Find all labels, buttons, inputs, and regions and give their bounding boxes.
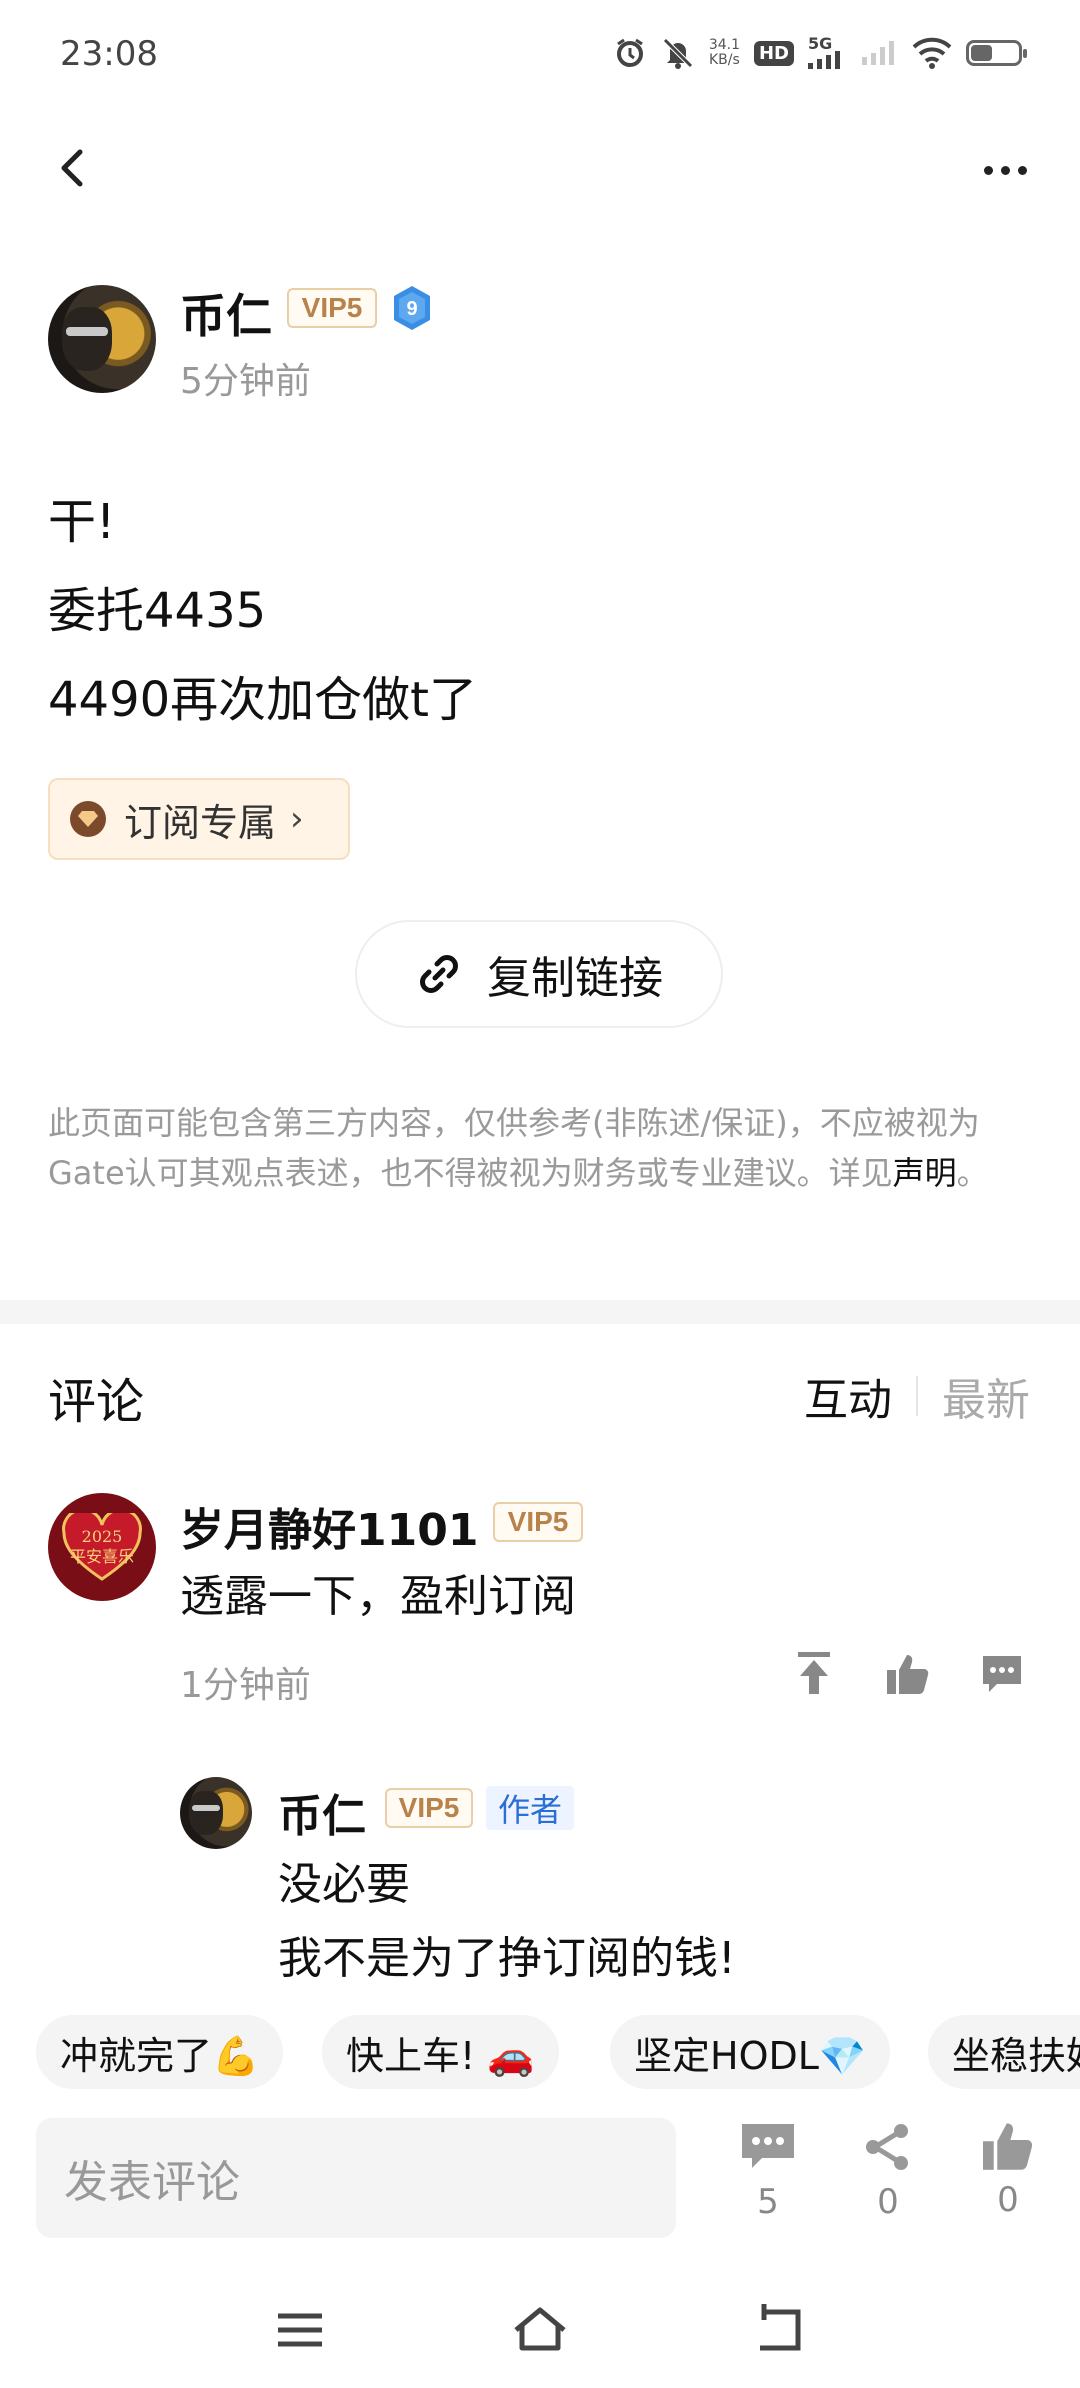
comment-text: 透露一下，盈利订阅 — [180, 1571, 576, 1622]
alarm-icon — [613, 36, 647, 70]
vip-badge: VIP5 — [493, 1502, 583, 1542]
status-time: 23:08 — [60, 34, 158, 74]
hd-label: HD — [758, 42, 789, 64]
cell-5g-icon: 5G — [808, 34, 848, 69]
comment-like-button[interactable] — [884, 1650, 932, 1698]
comment-sort-tabs: 互动 最新 — [804, 1364, 1030, 1428]
link-icon — [420, 955, 458, 993]
hd-icon: HD — [753, 40, 794, 66]
comment-bubble-icon — [983, 1656, 1021, 1692]
post-line: 委托4435 — [48, 583, 267, 639]
author-tag: 作者 — [486, 1786, 575, 1830]
diamond-icon — [70, 801, 106, 837]
battery-level — [971, 45, 992, 61]
more-dot-icon — [983, 165, 993, 175]
reply-author-name[interactable]: 币仁 — [278, 1780, 366, 1844]
wifi-icon — [912, 37, 952, 69]
chevron-right-icon: › — [290, 799, 304, 839]
tab-interactive[interactable]: 互动 — [804, 1364, 892, 1428]
pin-top-button[interactable] — [790, 1650, 838, 1698]
comments-count-button[interactable]: 5 — [728, 2122, 808, 2222]
quick-reply-chip[interactable]: 坚定HODL💎 — [610, 2015, 891, 2089]
share-button[interactable]: 0 — [848, 2122, 928, 2222]
commenter-avatar[interactable]: 2025 平安喜乐 — [48, 1493, 156, 1601]
more-button[interactable] — [970, 140, 1040, 200]
vip-badge: VIP5 — [385, 1788, 473, 1828]
chevron-left-icon — [61, 149, 83, 187]
quick-reply-chip[interactable]: 冲就完了💪 — [36, 2015, 284, 2089]
avatar-glasses — [66, 327, 108, 336]
system-nav-bar — [0, 2280, 1080, 2380]
comments-title: 评论 — [48, 1374, 145, 1430]
level-badge: 9 — [390, 284, 434, 332]
avatar-face — [62, 307, 112, 371]
disclaimer-link[interactable]: 声明 — [893, 1154, 957, 1192]
net-type: 5G — [808, 34, 833, 53]
return-icon — [760, 2304, 801, 2351]
tab-separator — [916, 1376, 918, 1416]
pin-top-icon — [798, 1652, 830, 1694]
vip-badge: VIP5 — [287, 288, 377, 328]
quick-reply-chip[interactable]: 快上车! 🚗 — [322, 2015, 559, 2089]
tab-latest[interactable]: 最新 — [942, 1364, 1030, 1428]
author-name[interactable]: 币仁 — [180, 280, 272, 346]
menu-icon — [278, 2313, 322, 2347]
subscription-label: 订阅专属 — [124, 800, 277, 845]
net-speed: 34.1 KB/s — [709, 38, 740, 68]
avatar-caption: 2025 平安喜乐 — [69, 1527, 134, 1566]
back-button[interactable] — [44, 138, 104, 198]
share-icon — [866, 2124, 908, 2170]
subscription-chip[interactable]: 订阅专属 › — [48, 778, 350, 860]
post-line: 4490再次加仓做t了 — [48, 672, 477, 728]
copy-link-label: 复制链接 — [487, 953, 663, 1004]
post-time: 5分钟前 — [180, 361, 311, 402]
back-nav-button[interactable] — [750, 2300, 810, 2360]
like-count: 0 — [997, 2180, 1019, 2220]
commenter-name[interactable]: 岁月静好1101 — [180, 1494, 478, 1558]
like-button[interactable]: 0 — [968, 2122, 1048, 2220]
home-icon — [514, 2307, 566, 2351]
avatar-face — [189, 1791, 223, 1835]
share-count: 0 — [877, 2182, 899, 2222]
avatar-glasses — [192, 1805, 220, 1811]
reply-button[interactable] — [978, 1650, 1026, 1698]
comment-bubble-icon — [742, 2124, 794, 2168]
home-button[interactable] — [510, 2300, 570, 2360]
net-speed-unit: KB/s — [709, 52, 740, 68]
disclaimer-end: 。 — [956, 1154, 989, 1192]
comment-actions — [790, 1650, 1026, 1698]
menu-button[interactable] — [270, 2300, 330, 2360]
net-speed-value: 34.1 — [708, 37, 740, 53]
thumbs-up-icon — [983, 2123, 1033, 2170]
quick-replies: 冲就完了💪 快上车! 🚗 坚定HODL💎 坐稳扶好 — [0, 2015, 1080, 2095]
mute-bell-icon — [661, 36, 695, 70]
reply-avatar[interactable] — [180, 1777, 252, 1849]
quick-reply-chip[interactable]: 坐稳扶好 — [928, 2015, 1080, 2089]
reply-text-line: 没必要 — [278, 1859, 410, 1910]
top-nav — [0, 120, 1080, 230]
hexagon-level-icon: 9 — [394, 286, 430, 330]
section-divider — [0, 1300, 1080, 1324]
copy-link-button[interactable]: 复制链接 — [355, 920, 723, 1028]
status-bar: 23:08 34.1 KB/s HD 5G — [0, 0, 1080, 110]
author-avatar[interactable] — [48, 285, 156, 393]
post-content: 干! 委托4435 4490再次加仓做t了 — [48, 478, 477, 745]
post-line: 干! — [48, 494, 116, 550]
signal-icon — [862, 41, 898, 65]
battery-icon — [966, 40, 1027, 66]
more-dot-icon — [1000, 165, 1010, 175]
reply-text-line: 我不是为了挣订阅的钱! — [278, 1933, 736, 1984]
thumbs-up-icon — [887, 1655, 929, 1694]
more-dot-icon — [1017, 165, 1027, 175]
level-number: 9 — [406, 298, 417, 320]
disclaimer-text: 此页面可能包含第三方内容，仅供参考(非陈述/保证)，不应被视为Gate认可其观点… — [48, 1104, 980, 1192]
comments-count: 5 — [757, 2182, 779, 2222]
status-icons: 34.1 KB/s HD 5G — [613, 34, 1027, 70]
comment-input[interactable]: 发表评论 — [36, 2118, 676, 2238]
disclaimer: 此页面可能包含第三方内容，仅供参考(非陈述/保证)，不应被视为Gate认可其观点… — [48, 1098, 1028, 1198]
comment-time: 1分钟前 — [180, 1665, 311, 1706]
